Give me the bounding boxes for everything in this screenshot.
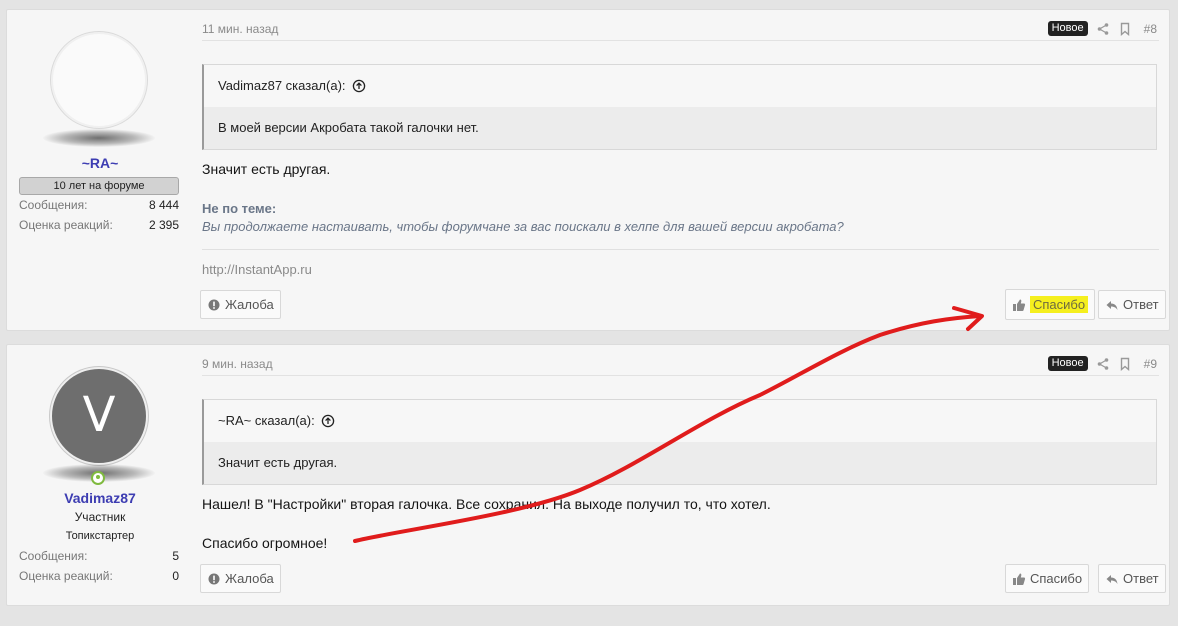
stat-value[interactable]: 5	[172, 549, 179, 563]
avatar[interactable]: V	[50, 367, 148, 465]
like-button[interactable]: Спасибо	[1005, 289, 1096, 320]
post-meta: Новое #8	[1047, 21, 1157, 36]
reply-icon	[1106, 574, 1118, 584]
quote-block: ~RA~ сказал(а): Значит есть другая.	[202, 399, 1157, 485]
username[interactable]: Vadimaz87	[7, 490, 193, 506]
avatar[interactable]	[50, 31, 148, 129]
message-text: Нашел! В "Настройки" вторая галочка. Все…	[202, 496, 771, 512]
report-button[interactable]: Жалоба	[200, 290, 281, 319]
post-number[interactable]: #8	[1144, 22, 1157, 36]
reply-button[interactable]: Ответ	[1098, 290, 1166, 319]
thumbs-up-icon	[1013, 573, 1026, 585]
new-badge: Новое	[1047, 21, 1088, 36]
reply-icon	[1106, 300, 1118, 310]
post-time[interactable]: 11 мин. назад	[202, 22, 278, 36]
report-icon	[208, 299, 220, 310]
message-text: Значит есть другая.	[202, 161, 331, 177]
divider	[202, 40, 1159, 41]
stat-label: Оценка реакций:	[19, 569, 113, 583]
user-info: V Vadimaz87 Участник Топикстартер Сообще…	[7, 345, 193, 605]
stat-messages: Сообщения: 5	[19, 549, 179, 563]
signature-divider	[202, 249, 1159, 250]
reply-button[interactable]: Ответ	[1098, 564, 1166, 593]
like-label: Спасибо	[1030, 296, 1089, 313]
message-text: Спасибо огромное!	[202, 535, 328, 551]
stat-messages: Сообщения: 8 444	[19, 198, 179, 212]
report-label: Жалоба	[225, 571, 274, 586]
stat-label: Оценка реакций:	[19, 218, 113, 232]
divider	[202, 375, 1159, 376]
quote-block: Vadimaz87 сказал(а): В моей версии Акроб…	[202, 64, 1157, 150]
report-icon	[208, 573, 220, 584]
avatar-shadow	[43, 129, 155, 147]
bookmark-icon[interactable]	[1118, 357, 1132, 371]
online-status-icon	[91, 471, 105, 485]
quote-header[interactable]: Vadimaz87 сказал(а):	[204, 65, 1156, 107]
report-button[interactable]: Жалоба	[200, 564, 281, 593]
share-icon[interactable]	[1096, 357, 1110, 371]
thumbs-up-icon	[1013, 299, 1026, 311]
offtopic-title: Не по теме:	[202, 201, 277, 216]
like-label: Спасибо	[1030, 571, 1083, 586]
stat-value: 0	[172, 569, 179, 583]
new-badge: Новое	[1047, 356, 1088, 371]
post-9: V Vadimaz87 Участник Топикстартер Сообще…	[6, 344, 1170, 606]
signature[interactable]: http://InstantApp.ru	[202, 262, 312, 277]
arrow-up-circle-icon[interactable]	[321, 414, 335, 428]
post-meta: Новое #9	[1047, 356, 1157, 371]
post-time[interactable]: 9 мин. назад	[202, 357, 273, 371]
reply-label: Ответ	[1123, 297, 1159, 312]
stat-value: 2 395	[148, 218, 179, 232]
user-banner: 10 лет на форуме	[19, 177, 179, 195]
like-button[interactable]: Спасибо	[1005, 564, 1090, 593]
stat-reactions: Оценка реакций: 0	[19, 569, 179, 583]
report-label: Жалоба	[225, 297, 274, 312]
quote-text: В моей версии Акробата такой галочки нет…	[204, 107, 1156, 149]
quote-text: Значит есть другая.	[204, 442, 1156, 484]
quote-author: Vadimaz87 сказал(а):	[218, 78, 346, 93]
post-number[interactable]: #9	[1144, 357, 1157, 371]
offtopic-text: Вы продолжаете настаивать, чтобы форумча…	[202, 219, 844, 234]
username[interactable]: ~RA~	[7, 155, 193, 171]
stat-value[interactable]: 8 444	[149, 198, 179, 212]
reply-label: Ответ	[1123, 571, 1159, 586]
share-icon[interactable]	[1096, 22, 1110, 36]
user-info: ~RA~ 10 лет на форуме Сообщения: 8 444 О…	[7, 10, 193, 330]
stat-label: Сообщения:	[19, 198, 88, 212]
arrow-up-circle-icon[interactable]	[352, 79, 366, 93]
user-subtitle: Топикстартер	[65, 530, 135, 542]
quote-author: ~RA~ сказал(а):	[218, 413, 315, 428]
stat-reactions: Оценка реакций: 2 395	[19, 218, 179, 232]
stat-label: Сообщения:	[19, 549, 88, 563]
post-8: ~RA~ 10 лет на форуме Сообщения: 8 444 О…	[6, 9, 1170, 331]
post-content: 9 мин. назад Новое #9 ~RA~ сказал(а): Зн…	[200, 345, 1166, 605]
quote-header[interactable]: ~RA~ сказал(а):	[204, 400, 1156, 442]
user-title: Участник	[74, 510, 126, 524]
bookmark-icon[interactable]	[1118, 22, 1132, 36]
post-content: 11 мин. назад Новое #8 Vadimaz87 сказал(…	[200, 10, 1166, 330]
